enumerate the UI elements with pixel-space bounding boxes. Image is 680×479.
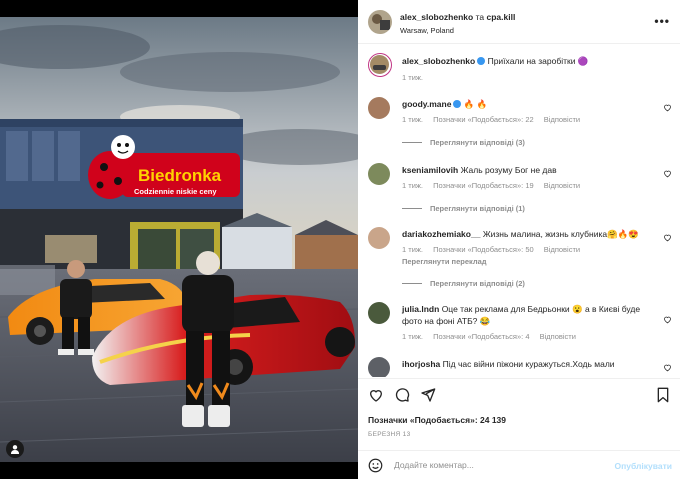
caption-avatar[interactable] — [368, 53, 392, 77]
more-options-icon[interactable]: ••• — [654, 14, 670, 28]
heart-icon[interactable] — [663, 169, 672, 178]
comment-likes[interactable]: Позначки «Подобається»: 50 — [433, 245, 534, 254]
post-photo[interactable]: Biedronka Codziennie niskie ceny — [0, 17, 358, 462]
author-username[interactable]: alex_slobozhenko — [400, 12, 473, 22]
comment-avatar[interactable] — [368, 357, 390, 377]
store-tagline-text: Codziennie niskie ceny — [134, 187, 217, 196]
reply-button[interactable]: Відповісти — [544, 115, 580, 124]
comment-avatar[interactable] — [368, 163, 390, 185]
see-translation-button[interactable]: Переглянути переклад — [402, 257, 487, 266]
view-replies-button[interactable]: Переглянути відповіді (3) — [402, 138, 525, 147]
post-authors: alex_slobozhenko та cpa.kill — [400, 12, 515, 22]
post-comment-button[interactable]: Опублікувати — [615, 461, 672, 471]
comment-item: kseniamilovih Жаль розуму Бог не дав 1 т… — [358, 163, 680, 219]
comment-text: Жизнь малина, жизнь клубника🤗🔥😍 — [482, 229, 639, 239]
share-icon[interactable] — [420, 387, 436, 403]
comment-item: ihorjosha Під час війни піжони куражутьс… — [358, 357, 680, 377]
heart-icon[interactable] — [663, 233, 672, 242]
comment-username[interactable]: julia.lndn — [402, 304, 439, 314]
view-replies-button[interactable]: Переглянути відповіді (2) — [402, 279, 525, 288]
view-replies-label: Переглянути відповіді (2) — [430, 279, 525, 288]
reply-button[interactable]: Відповісти — [540, 332, 576, 341]
post-caption: alex_slobozhenko Приїхали на заробітки 🟣… — [358, 53, 680, 93]
comment-input[interactable] — [394, 460, 594, 470]
comment-item: goody.mane 🔥 🔥 1 тиж. Позначки «Подобаєт… — [358, 97, 680, 153]
comment-item: julia.lndn Оце так реклама для Бедрьонки… — [358, 302, 680, 350]
view-replies-button[interactable]: Переглянути відповіді (1) — [402, 204, 525, 213]
comment-username[interactable]: goody.mane — [402, 99, 451, 109]
view-replies-label: Переглянути відповіді (3) — [430, 138, 525, 147]
save-icon[interactable] — [656, 387, 670, 403]
caption-text: Приїхали на заробітки 🟣 — [487, 56, 589, 66]
view-replies-label: Переглянути відповіді (1) — [430, 204, 525, 213]
like-icon[interactable] — [368, 387, 384, 403]
comment-avatar[interactable] — [368, 97, 390, 119]
tagged-users-button[interactable] — [6, 440, 24, 458]
comment-text: 🔥 🔥 — [463, 99, 488, 109]
comment-avatar[interactable] — [368, 302, 390, 324]
comment-text: Під час війни піжони куражуться.Ходь мал… — [442, 359, 615, 369]
comment-time[interactable]: 1 тиж. — [402, 332, 423, 341]
photo-illustration: Biedronka Codziennie niskie ceny — [0, 17, 358, 462]
comment-username[interactable]: kseniamilovih — [402, 165, 458, 175]
heart-icon[interactable] — [663, 315, 672, 324]
author-avatar[interactable] — [368, 10, 392, 34]
caption-username[interactable]: alex_slobozhenko — [402, 56, 475, 66]
comment-avatar[interactable] — [368, 227, 390, 249]
heart-icon[interactable] — [663, 103, 672, 112]
heart-icon[interactable] — [663, 363, 672, 372]
comment-icon[interactable] — [394, 387, 410, 403]
user-icon — [11, 445, 19, 454]
comment-time[interactable]: 1 тиж. — [402, 245, 423, 254]
comment-likes[interactable]: Позначки «Подобається»: 4 — [433, 332, 529, 341]
comment-time[interactable]: 1 тиж. — [402, 181, 423, 190]
comment-username[interactable]: dariakozhemiako__ — [402, 229, 480, 239]
comment-time[interactable]: 1 тиж. — [402, 115, 423, 124]
comment-username[interactable]: ihorjosha — [402, 359, 440, 369]
post-location[interactable]: Warsaw, Poland — [400, 26, 454, 35]
reply-button[interactable]: Відповісти — [544, 245, 580, 254]
caption-time[interactable]: 1 тиж. — [402, 73, 423, 82]
comment-likes[interactable]: Позначки «Подобається»: 19 — [433, 181, 534, 190]
comment-item: dariakozhemiako__ Жизнь малина, жизнь кл… — [358, 227, 680, 297]
authors-conjunction: та — [475, 12, 485, 22]
add-comment-bar: Опублікувати — [358, 450, 680, 479]
post-actions: Позначки «Подобається»: 24 139 БЕРЕЗНЯ 1… — [358, 378, 680, 448]
verified-icon — [453, 100, 462, 108]
store-name-text: Biedronka — [138, 166, 222, 185]
verified-icon — [477, 57, 486, 65]
comment-text: Жаль розуму Бог не дав — [460, 165, 557, 175]
post-side-panel: alex_slobozhenko та cpa.kill Warsaw, Pol… — [358, 0, 680, 479]
emoji-icon[interactable] — [368, 458, 383, 473]
instagram-post-modal: Biedronka Codziennie niskie ceny alex_sl… — [0, 0, 680, 479]
reply-button[interactable]: Відповісти — [544, 181, 580, 190]
comments-list[interactable]: alex_slobozhenko Приїхали на заробітки 🟣… — [358, 45, 680, 377]
comment-likes[interactable]: Позначки «Подобається»: 22 — [433, 115, 534, 124]
likes-count[interactable]: Позначки «Подобається»: 24 139 — [368, 415, 506, 425]
coauthor-username[interactable]: cpa.kill — [487, 12, 516, 22]
post-date[interactable]: БЕРЕЗНЯ 13 — [368, 431, 410, 438]
post-header: alex_slobozhenko та cpa.kill Warsaw, Pol… — [358, 0, 680, 44]
